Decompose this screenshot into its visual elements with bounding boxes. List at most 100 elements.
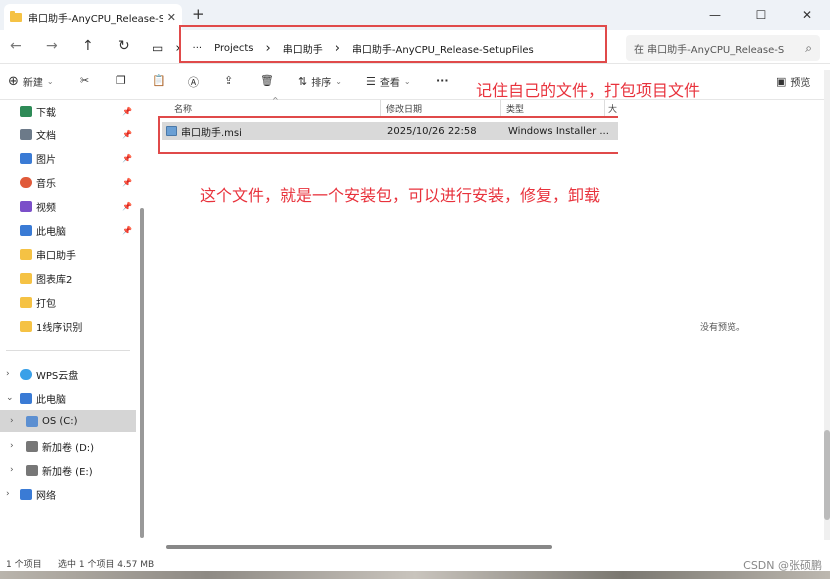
- computer-icon: [20, 392, 32, 404]
- view-button[interactable]: ☰ 查看 ⌄: [366, 74, 411, 89]
- up-button[interactable]: ↑: [82, 38, 94, 54]
- sidebar-item-serial-assistant[interactable]: 串口助手: [0, 243, 136, 265]
- search-icon: ⌕: [805, 40, 812, 55]
- column-header-date[interactable]: 修改日期: [386, 102, 422, 116]
- pin-icon: 📌: [122, 225, 132, 235]
- more-options-button[interactable]: ···: [436, 74, 449, 87]
- sidebar-item-drive-e[interactable]: › 新加卷 (E:): [0, 459, 136, 481]
- sidebar-divider: [6, 350, 130, 351]
- view-icon: ☰: [366, 75, 376, 88]
- new-tab-button[interactable]: +: [192, 5, 205, 23]
- drive-icon: [26, 440, 38, 452]
- maximize-button[interactable]: ☐: [738, 0, 784, 30]
- pin-icon: 📌: [122, 153, 132, 163]
- drive-icon: [26, 464, 38, 476]
- sort-button[interactable]: ⇅ 排序 ⌄: [298, 74, 342, 89]
- plus-icon: ⊕: [8, 74, 19, 89]
- folder-icon: [20, 296, 32, 308]
- sidebar-item-this-pc[interactable]: ⌄ 此电脑: [0, 387, 136, 409]
- chevron-down-icon: ⌄: [335, 77, 342, 86]
- sidebar-item-os-c[interactable]: › OS (C:): [0, 410, 136, 432]
- tab-current[interactable]: 串口助手-AnyCPU_Release-Set ✕: [4, 4, 182, 30]
- forward-button[interactable]: →: [46, 38, 58, 54]
- chevron-down-icon[interactable]: ⌄: [6, 393, 14, 403]
- window-scrollbar[interactable]: [824, 70, 830, 540]
- sidebar-item-wire-sequence[interactable]: 1线序识别: [0, 315, 136, 337]
- item-count: 1 个项目: [6, 560, 42, 570]
- pin-icon: 📌: [122, 177, 132, 187]
- scrollbar-thumb[interactable]: [824, 430, 830, 520]
- sidebar-item-chart-lib[interactable]: 图表库2: [0, 267, 136, 289]
- sidebar-item-wps-cloud[interactable]: › WPS云盘: [0, 363, 136, 385]
- delete-icon[interactable]: 🗑: [260, 74, 274, 87]
- paste-icon[interactable]: 📋: [152, 74, 166, 87]
- pin-icon: 📌: [122, 201, 132, 211]
- computer-icon: [20, 224, 32, 236]
- folder-icon: [20, 320, 32, 332]
- annotation-top: 记住自己的文件，打包项目文件: [476, 81, 701, 100]
- sidebar-item-videos[interactable]: 视频 📌: [0, 195, 136, 217]
- preview-pane: 没有预览。: [618, 100, 830, 552]
- column-header-size[interactable]: 大: [608, 102, 617, 116]
- sidebar-item-documents[interactable]: 文档 📌: [0, 123, 136, 145]
- preview-pane-icon: ▣: [776, 75, 787, 88]
- sidebar-item-pictures[interactable]: 图片 📌: [0, 147, 136, 169]
- sort-indicator-icon: ^: [272, 96, 279, 105]
- horizontal-scrollbar[interactable]: [166, 545, 552, 549]
- refresh-button[interactable]: ↻: [118, 38, 130, 54]
- back-button[interactable]: ←: [10, 38, 22, 54]
- column-header-type[interactable]: 类型: [506, 102, 524, 116]
- selection-info: 选中 1 个项目 4.57 MB: [58, 560, 155, 570]
- chevron-right-icon[interactable]: ›: [10, 441, 14, 451]
- chevron-right-icon[interactable]: ›: [10, 465, 14, 475]
- sidebar-item-drive-d[interactable]: › 新加卷 (D:): [0, 435, 136, 457]
- picture-icon: [20, 152, 32, 164]
- folder-icon: [20, 248, 32, 260]
- preview-empty-text: 没有预览。: [700, 323, 746, 333]
- new-button[interactable]: ⊕ 新建 ⌄: [8, 74, 54, 89]
- preview-button[interactable]: ▣ 预览: [776, 74, 810, 89]
- chevron-right-icon[interactable]: ›: [10, 416, 14, 426]
- sort-icon: ⇅: [298, 75, 308, 88]
- chevron-down-icon: ⌄: [46, 77, 54, 86]
- navigation-pane: 下载 📌 文档 📌 图片 📌 音乐 📌 视频 📌 此电脑 📌 串口助手 图表库2…: [0, 100, 146, 552]
- share-icon[interactable]: ⇪: [224, 74, 233, 87]
- music-icon: [20, 176, 32, 188]
- folder-icon: [20, 272, 32, 284]
- file-list: ^ 名称 修改日期 类型 大 串口助手.msi 2025/10/26 22:58…: [150, 96, 618, 552]
- chevron-down-icon: ⌄: [403, 77, 411, 86]
- rename-icon[interactable]: Ⓐ: [188, 74, 199, 90]
- download-icon: [20, 105, 32, 117]
- pin-icon: 📌: [122, 106, 132, 116]
- tab-title: 串口助手-AnyCPU_Release-Set: [28, 13, 163, 25]
- highlight-box-address: [179, 25, 607, 63]
- document-icon: [20, 128, 32, 140]
- desktop-strip: [0, 571, 830, 579]
- chevron-right-icon[interactable]: ›: [6, 489, 10, 499]
- tab-close-icon[interactable]: ✕: [167, 11, 176, 24]
- cloud-icon: [20, 368, 32, 380]
- search-placeholder: 在 串口助手-AnyCPU_Release-S: [634, 44, 785, 56]
- folder-icon: [10, 10, 22, 22]
- sidebar-item-package[interactable]: 打包: [0, 291, 136, 313]
- pc-icon: ▭: [152, 41, 164, 55]
- cut-icon[interactable]: ✂: [80, 74, 89, 87]
- command-bar: ⊕ 新建 ⌄ ✂ ❐ 📋 Ⓐ ⇪ 🗑 ⇅ 排序 ⌄ ☰ 查看 ⌄ ··· ▣ 预…: [0, 64, 830, 100]
- sidebar-item-music[interactable]: 音乐 📌: [0, 171, 136, 193]
- highlight-box-file: [158, 116, 628, 154]
- annotation-middle: 这个文件，就是一个安装包，可以进行安装，修复，卸载: [200, 186, 601, 205]
- chevron-right-icon[interactable]: ›: [6, 369, 10, 379]
- network-icon: [20, 488, 32, 500]
- minimize-button[interactable]: —: [692, 0, 738, 30]
- copy-icon[interactable]: ❐: [116, 74, 126, 87]
- sidebar-scrollbar[interactable]: [140, 208, 144, 538]
- sidebar-item-network[interactable]: › 网络: [0, 483, 136, 505]
- sidebar-item-downloads[interactable]: 下载 📌: [0, 100, 136, 122]
- video-icon: [20, 200, 32, 212]
- column-header-name[interactable]: 名称: [174, 102, 192, 116]
- drive-icon: [26, 415, 38, 427]
- close-window-button[interactable]: ✕: [784, 0, 830, 30]
- pin-icon: 📌: [122, 129, 132, 139]
- sidebar-item-this-pc-quick[interactable]: 此电脑 📌: [0, 219, 136, 241]
- search-input[interactable]: 在 串口助手-AnyCPU_Release-S ⌕: [626, 35, 820, 61]
